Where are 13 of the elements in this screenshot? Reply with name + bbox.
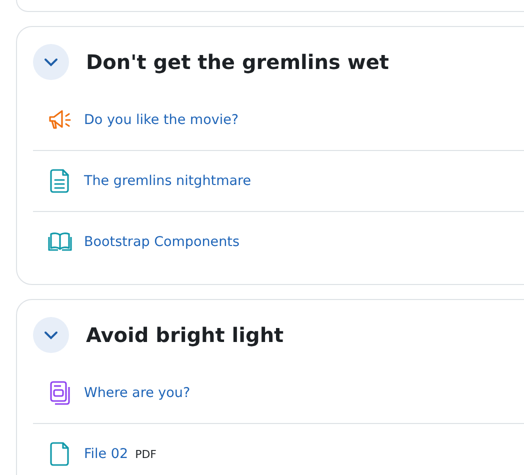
file-type-label: PDF: [135, 448, 156, 460]
activity-link[interactable]: Bootstrap Components: [84, 234, 240, 250]
activity-link[interactable]: The gremlins nitghtmare: [84, 173, 252, 189]
section-title: Avoid bright light: [86, 323, 284, 347]
activity-link[interactable]: File 02: [84, 446, 128, 462]
activity-link[interactable]: Where are you?: [84, 385, 190, 401]
chevron-icon: [44, 58, 58, 66]
stacked-pages-icon: [47, 380, 73, 406]
section-title: Don't get the gremlins wet: [86, 50, 389, 74]
chevron-icon: [44, 330, 58, 340]
activity-link[interactable]: Do you like the movie?: [84, 112, 239, 128]
collapse-toggle[interactable]: [33, 44, 69, 80]
collapse-toggle[interactable]: [33, 317, 69, 353]
